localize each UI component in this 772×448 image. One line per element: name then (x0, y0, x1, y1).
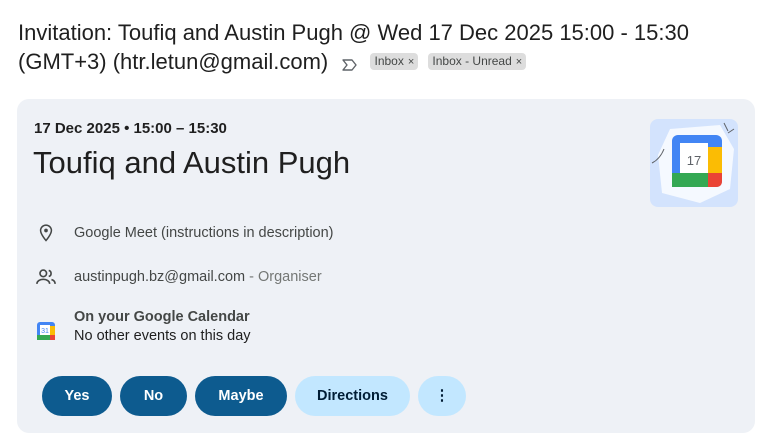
subject-line-2: (GMT+3) (htr.letun@gmail.com) (18, 49, 329, 74)
label-chip-text: Inbox - Unread (432, 53, 512, 68)
label-chip-inbox-unread: Inbox - Unread × (428, 52, 527, 70)
label-chip-text: Inbox (374, 53, 404, 68)
google-calendar-logo-icon: 17 (650, 119, 738, 207)
event-organiser: austinpugh.bz@gmail.com - Organiser (74, 269, 322, 285)
organiser-role: - Organiser (245, 269, 322, 285)
subject-line-1: Invitation: Toufiq and Austin Pugh @ Wed… (18, 20, 689, 45)
people-icon (34, 265, 58, 289)
rsvp-actions: Yes No Maybe Directions ⋮ (42, 376, 466, 416)
location-pin-icon (34, 221, 58, 245)
calendar-title: On your Google Calendar (74, 309, 250, 325)
calendar-subtitle: No other events on this day (74, 328, 251, 344)
email-subject: Invitation: Toufiq and Austin Pugh @ Wed… (18, 18, 758, 78)
rsvp-no-button[interactable]: No (120, 376, 187, 416)
event-location: Google Meet (instructions in description… (74, 225, 334, 241)
organiser-email: austinpugh.bz@gmail.com (74, 269, 246, 285)
event-date-time: 17 Dec 2025 • 15:00 – 15:30 (34, 120, 227, 137)
event-location-row: Google Meet (instructions in description… (34, 221, 334, 245)
event-calendar-row: 31 On your Google Calendar No other even… (34, 309, 251, 344)
calendar-icon-number: 31 (41, 328, 49, 335)
more-vert-icon: ⋮ (434, 388, 450, 404)
directions-button[interactable]: Directions (295, 376, 410, 416)
calendar-invite-card: 17 Dec 2025 • 15:00 – 15:30 Toufiq and A… (17, 99, 755, 433)
more-options-button[interactable]: ⋮ (418, 376, 466, 416)
rsvp-yes-button[interactable]: Yes (42, 376, 112, 416)
rsvp-maybe-button[interactable]: Maybe (195, 376, 287, 416)
event-organiser-row: austinpugh.bz@gmail.com - Organiser (34, 265, 322, 289)
calendar-info: On your Google Calendar No other events … (74, 309, 251, 344)
calendar-logo-number: 17 (687, 153, 701, 168)
remove-label-icon[interactable]: × (408, 56, 414, 68)
google-calendar-icon: 31 (34, 319, 58, 343)
importance-marker-icon[interactable] (342, 49, 358, 78)
remove-label-icon[interactable]: × (516, 56, 522, 68)
event-title: Toufiq and Austin Pugh (33, 145, 351, 180)
label-chip-inbox: Inbox × (370, 52, 419, 70)
